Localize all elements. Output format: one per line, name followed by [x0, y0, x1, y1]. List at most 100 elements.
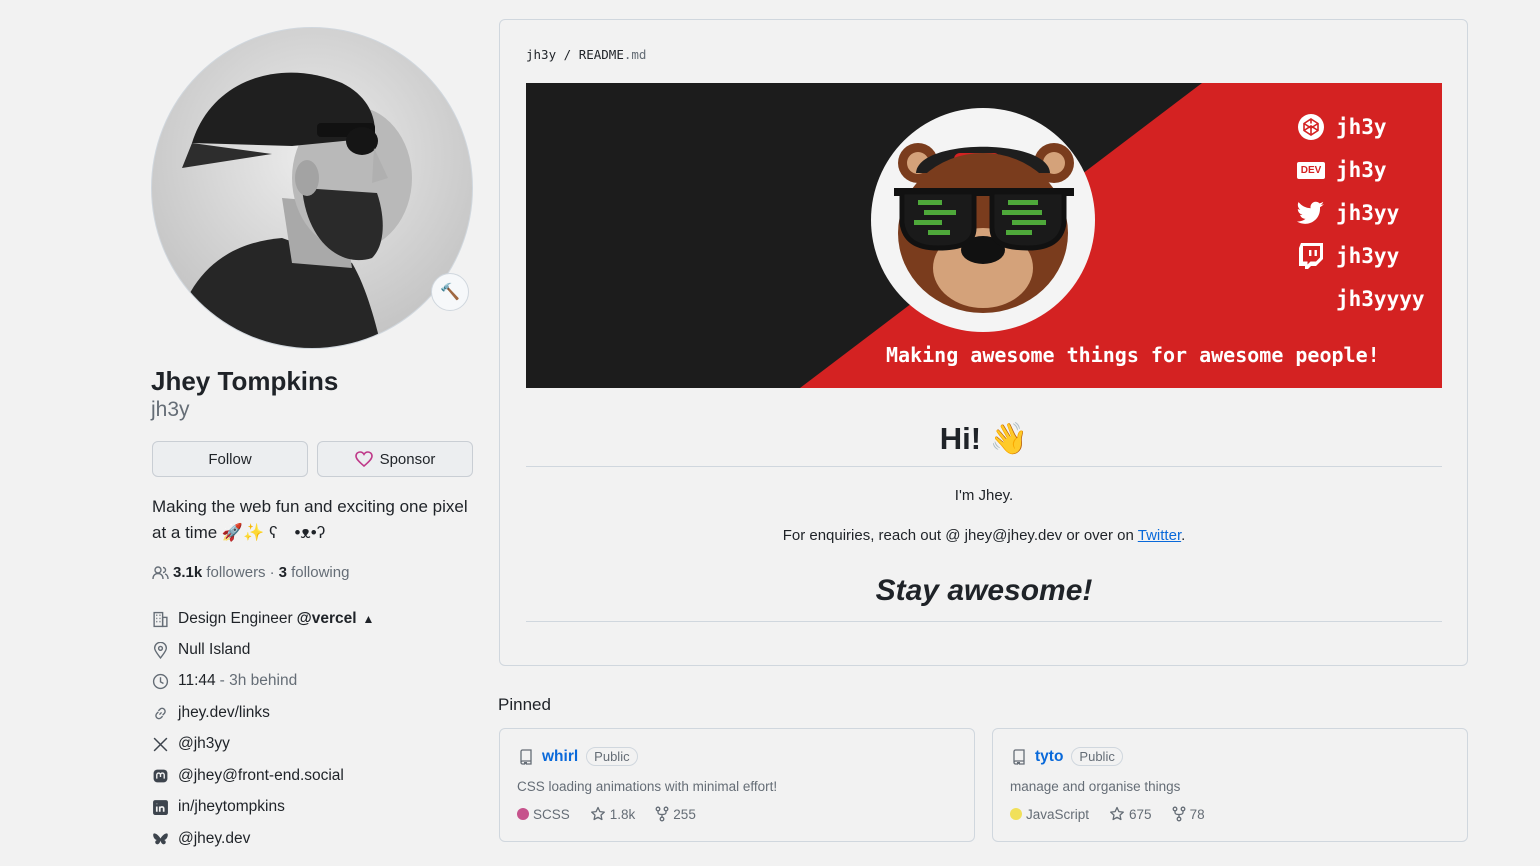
readme-owner-link[interactable]: jh3y — [526, 47, 556, 62]
twitter-handle: jh3yy — [1336, 201, 1400, 225]
bluesky-icon — [153, 832, 168, 844]
x-row: @jh3yy — [152, 732, 230, 756]
mastodon-link[interactable]: @jhey@front-end.social — [178, 767, 344, 785]
star-count: 1.8k — [609, 806, 636, 822]
location: Null Island — [178, 641, 251, 658]
link-icon — [155, 707, 166, 719]
mastodon-row: @jhey@front-end.social — [152, 764, 344, 788]
followers-label: followers — [206, 564, 266, 581]
hammer-icon: 🔨 — [440, 284, 460, 301]
username: jh3y — [151, 398, 190, 421]
fork-count: 255 — [673, 806, 696, 822]
x-logo-icon — [153, 737, 168, 751]
twitter-banner-link[interactable]: jh3yy — [1296, 198, 1399, 228]
readme-enquiry: For enquiries, reach out @ jhey@jhey.dev… — [526, 527, 1442, 544]
status-badge[interactable]: 🔨 — [431, 273, 469, 311]
language-dot-icon — [517, 808, 529, 820]
enquiry-text: For enquiries, reach out @ jhey@jhey.dev… — [782, 527, 1138, 544]
twitter-link[interactable]: Twitter — [1138, 527, 1181, 544]
avatar[interactable] — [151, 27, 473, 349]
fork-icon — [655, 806, 669, 822]
followers-link[interactable]: 3.1k followers — [173, 564, 266, 581]
following-link[interactable]: 3 following — [279, 564, 350, 581]
pinned-repo-card: tyto Public manage and organise things J… — [992, 728, 1468, 842]
followers-count: 3.1k — [173, 564, 203, 581]
pinned-repo-card: whirl Public CSS loading animations with… — [499, 728, 975, 842]
linkedin-row: in/jheytompkins — [152, 795, 285, 819]
x-link[interactable]: @jh3yy — [178, 735, 230, 753]
profile-bio: Making the web fun and exciting one pixe… — [152, 497, 468, 542]
time-row: 11:44 - 3h behind — [152, 669, 297, 693]
website-link[interactable]: jhey.dev/links — [178, 704, 270, 722]
star-icon — [590, 806, 605, 821]
repo-language: SCSS — [517, 807, 570, 822]
dev-icon: DEV — [1296, 155, 1326, 185]
visibility-badge: Public — [586, 747, 638, 766]
star-count: 675 — [1129, 806, 1152, 822]
readme-signoff: Stay awesome! — [875, 574, 1093, 607]
vercel-logo-icon: ▲ — [362, 612, 375, 626]
repo-stars-link[interactable]: 1.8k — [590, 806, 636, 822]
repo-icon — [1013, 748, 1025, 765]
language-dot-icon — [1010, 808, 1022, 820]
visibility-badge: Public — [1071, 747, 1123, 766]
follow-stats: 3.1k followers · 3 following — [152, 564, 349, 581]
job-title: Design Engineer — [178, 610, 293, 627]
linkedin-icon — [153, 799, 168, 815]
website-row: jhey.dev/links — [152, 701, 270, 725]
twitch-icon — [1296, 241, 1326, 271]
follow-button[interactable]: Follow — [152, 441, 308, 477]
language-name: SCSS — [533, 806, 570, 822]
codepen-link[interactable]: jh3y — [1296, 112, 1387, 142]
people-icon — [152, 566, 169, 580]
readme-greeting: Hi! 👋 — [939, 421, 1029, 456]
local-time: 11:44 — [178, 672, 216, 689]
avatar-container — [151, 27, 473, 349]
display-name: Jhey Tompkins — [151, 366, 339, 396]
fork-count: 78 — [1189, 806, 1205, 822]
twitch-link[interactable]: jh3yy — [1296, 241, 1399, 271]
repo-stars-link[interactable]: 675 — [1109, 806, 1152, 822]
readme-path: jh3y / README.md — [526, 47, 646, 62]
divider — [526, 621, 1442, 622]
pinned-heading: Pinned — [498, 695, 551, 714]
readme-intro: I'm Jhey. — [954, 487, 1014, 504]
following-count: 3 — [278, 564, 287, 581]
clock-icon — [152, 673, 169, 689]
repo-forks-link[interactable]: 78 — [1172, 806, 1205, 822]
enquiry-suffix: . — [1181, 527, 1186, 544]
blank-icon — [1296, 284, 1326, 314]
heart-icon — [354, 451, 373, 467]
location-row: Null Island — [152, 638, 250, 662]
organization-icon — [153, 611, 168, 627]
location-icon — [153, 641, 168, 659]
repo-icon — [520, 748, 532, 765]
company-link[interactable]: @vercel — [297, 610, 357, 628]
repo-name-link[interactable]: tyto — [1035, 748, 1063, 766]
bear-logo-icon — [871, 108, 1095, 332]
readme-file-name: README — [578, 47, 624, 62]
repo-forks-link[interactable]: 255 — [655, 806, 696, 822]
twitch-handle: jh3yy — [1336, 244, 1400, 268]
linkedin-link[interactable]: in/jheytompkins — [178, 798, 285, 816]
readme-file-ext: .md — [623, 47, 647, 62]
repo-description: CSS loading animations with minimal effo… — [517, 779, 778, 794]
fork-icon — [1172, 806, 1186, 822]
repo-description: manage and organise things — [1010, 779, 1181, 794]
other-link[interactable]: jh3yyyy — [1296, 284, 1425, 314]
sponsor-label: Sponsor — [379, 450, 436, 468]
banner-tagline: Making awesome things for awesome people… — [886, 343, 1380, 367]
mastodon-icon — [153, 769, 168, 782]
bluesky-row: @jhey.dev — [152, 827, 250, 851]
work-row: Design Engineer @vercel ▲ — [152, 607, 374, 631]
path-separator: / — [563, 47, 572, 62]
bluesky-link[interactable]: @jhey.dev — [178, 830, 250, 848]
repo-language: JavaScript — [1010, 807, 1089, 822]
sponsor-button[interactable]: Sponsor — [317, 441, 473, 477]
dev-link[interactable]: DEV jh3y — [1296, 155, 1387, 185]
codepen-handle: jh3y — [1336, 115, 1387, 139]
dev-handle: jh3y — [1336, 158, 1387, 182]
twitter-bird-icon — [1296, 198, 1326, 228]
other-handle: jh3yyyy — [1336, 287, 1425, 311]
repo-name-link[interactable]: whirl — [542, 748, 578, 766]
